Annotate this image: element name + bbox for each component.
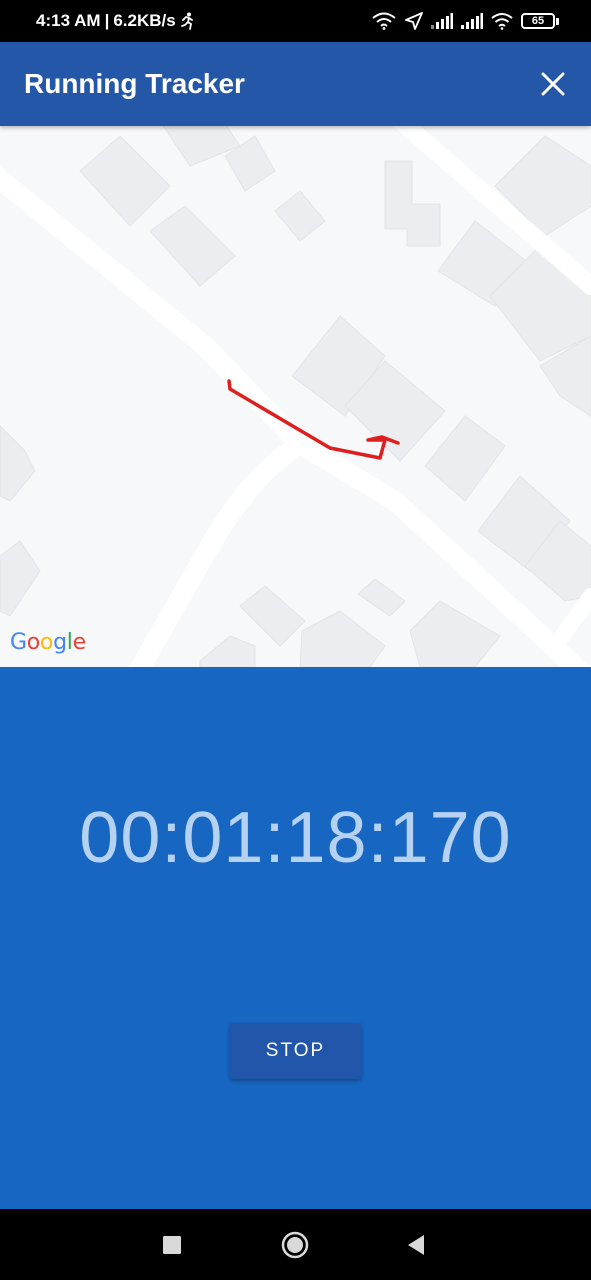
battery-tip [556,17,559,25]
google-logo-letter: o [39,630,54,655]
network-speed: 6.2KB/s [113,11,176,30]
status-left: 4:13 AM | 6.2KB/s [36,0,194,42]
status-bar: 4:13 AM | 6.2KB/s 65 [0,0,591,42]
home-icon [281,1231,309,1258]
running-person-icon [180,12,194,30]
home-button[interactable] [265,1209,325,1280]
google-logo-letter: e [72,630,87,655]
google-logo-letter: G [10,630,27,655]
battery-icon: 65 [521,13,559,29]
recents-icon [163,1235,181,1254]
google-logo: Google [10,630,86,655]
elapsed-timer: 00:01:18:170 [79,798,512,878]
map-view[interactable]: Google [0,126,591,667]
google-logo-letter: o [26,630,40,655]
navigation-bar [0,1209,591,1280]
status-time: 4:13 AM [36,11,101,30]
status-separator: | [104,11,110,30]
wifi-icon [371,12,397,30]
battery-level: 65 [521,13,555,29]
signal-icon [431,13,453,29]
location-arrow-icon [405,12,423,30]
back-button[interactable] [386,1209,446,1280]
tracker-panel: 00:01:18:170 STOP [0,667,591,1209]
back-icon [408,1234,424,1255]
recents-button[interactable] [142,1209,202,1280]
wifi-icon [491,12,513,30]
app-bar: Running Tracker [0,42,591,126]
google-logo-letter: g [53,630,67,655]
map-canvas [0,126,591,667]
close-button[interactable] [531,62,575,106]
status-right: 65 [371,0,559,42]
signal-icon [461,13,483,29]
close-icon [541,72,565,96]
page-title: Running Tracker [24,68,245,99]
stop-button[interactable]: STOP [230,1023,361,1079]
